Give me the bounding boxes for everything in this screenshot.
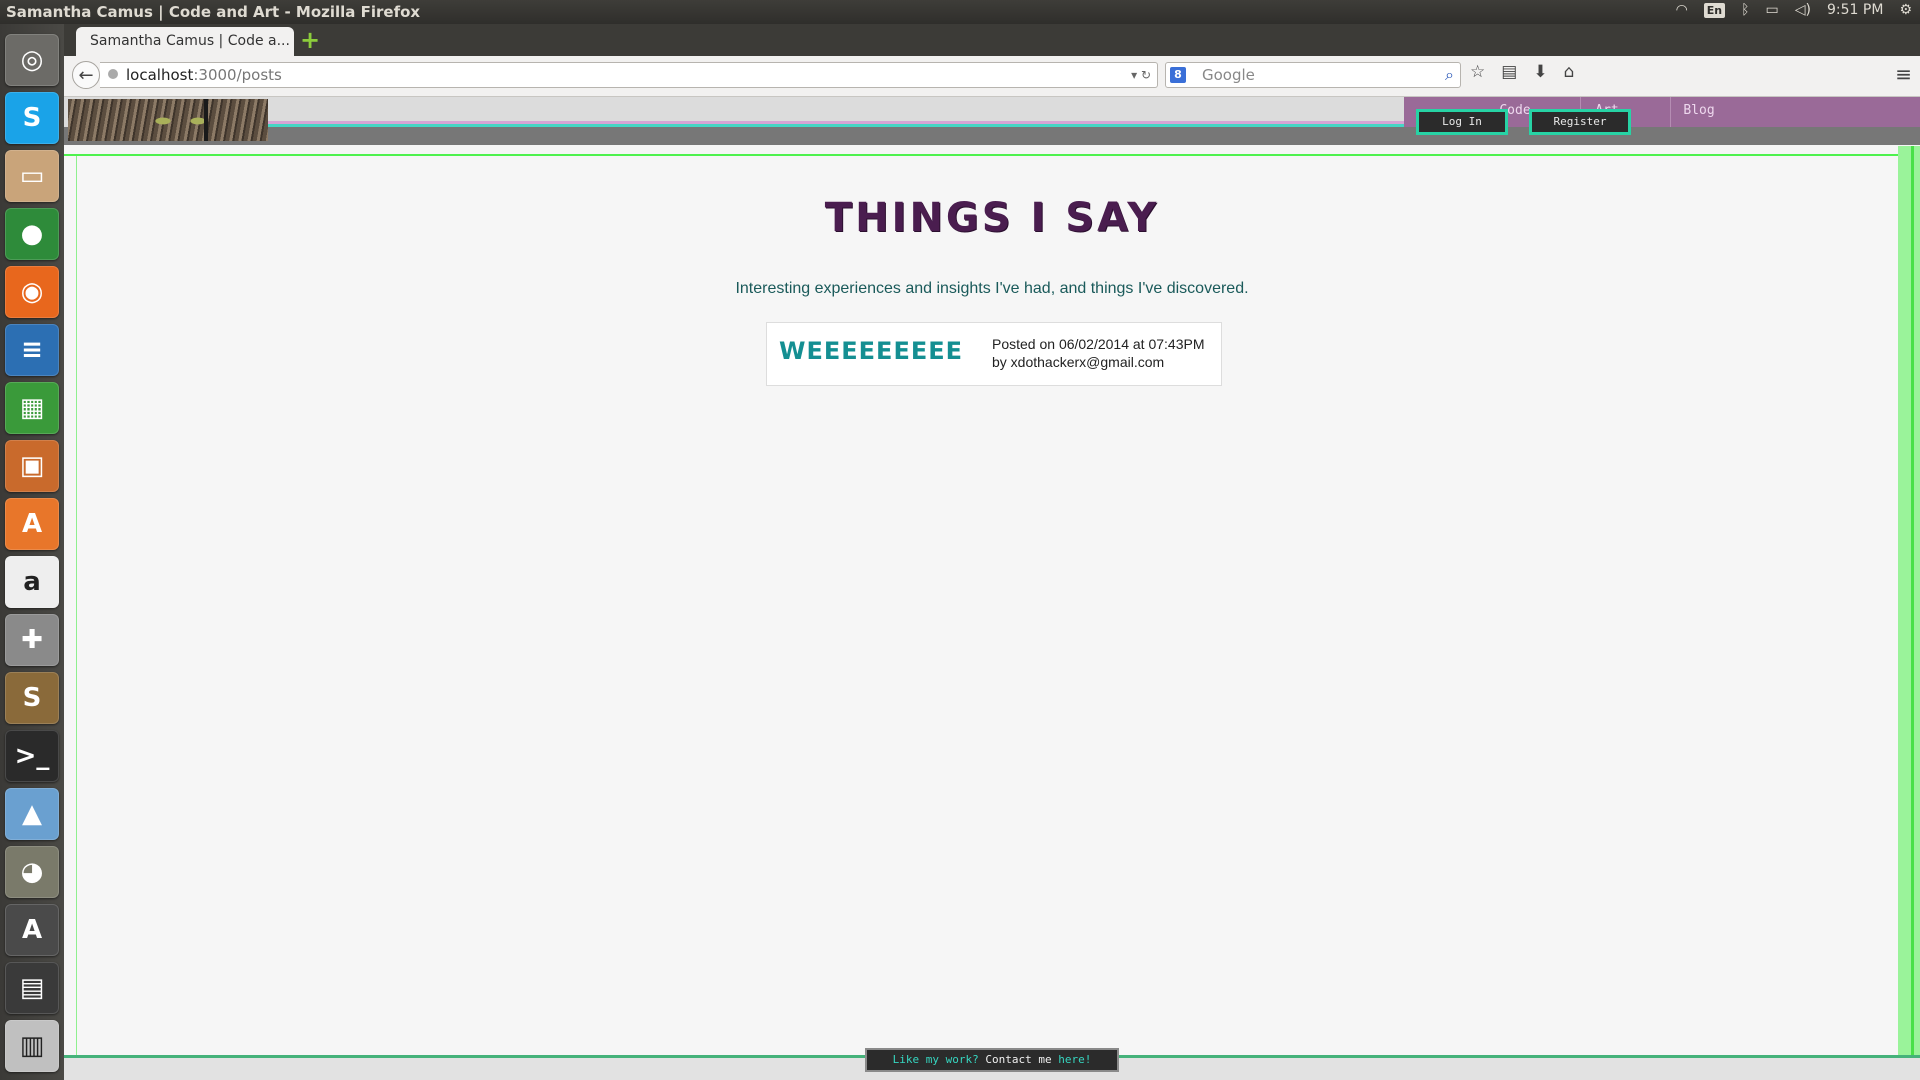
url-path: :3000/posts [193, 66, 282, 84]
search-engine-icon[interactable]: 8 [1170, 67, 1186, 83]
launcher-drawer-icon[interactable]: ▤ [5, 962, 59, 1014]
footer-contact: Like my work? Contact me here! [865, 1048, 1119, 1072]
menu-icon[interactable]: ≡ [1895, 62, 1912, 86]
downloads-icon[interactable]: ⬇ [1533, 62, 1547, 82]
page-title: THINGS I SAY [824, 195, 1160, 241]
tab-strip: Samantha Camus | Code a... + [64, 24, 1920, 56]
site-logo-cat-image[interactable] [68, 99, 268, 141]
header-band [64, 127, 1920, 145]
launcher-skype-icon[interactable]: S [5, 92, 59, 144]
os-top-panel: Samantha Camus | Code and Art - Mozilla … [0, 0, 1920, 24]
launcher-software-center-icon[interactable]: A [5, 498, 59, 550]
footer-contact-link[interactable]: here! [1058, 1053, 1091, 1066]
navigation-toolbar: ← localhost:3000/posts ▾ ↻ 8 Google ⌕ ☆ … [64, 56, 1920, 97]
launcher-software-updater-icon[interactable]: A [5, 904, 59, 956]
back-button[interactable]: ← [72, 61, 100, 89]
launcher-image-viewer-icon[interactable]: ▲ [5, 788, 59, 840]
url-host: localhost [126, 66, 194, 84]
post-card[interactable]: WEEEEEEEEE Posted on 06/02/2014 at 07:43… [766, 322, 1222, 386]
launcher-firefox-icon[interactable]: ◉ [5, 266, 59, 318]
post-title[interactable]: WEEEEEEEEE [779, 337, 963, 365]
volume-icon[interactable]: ◁) [1795, 2, 1811, 18]
launcher-gimp-icon[interactable]: ◕ [5, 846, 59, 898]
register-button[interactable]: Register [1529, 109, 1631, 135]
login-button[interactable]: Log In [1416, 109, 1508, 135]
dropdown-icon[interactable]: ▾ [1131, 68, 1137, 82]
unity-launcher: ◎ S ▭ ● ◉ ≡ ▦ ▣ Aa ✚ S >_ ▲ ◕ A ▤ ▥ [0, 24, 64, 1080]
tab-active[interactable]: Samantha Camus | Code a... [76, 27, 294, 56]
launcher-chrome-icon[interactable]: ● [5, 208, 59, 260]
keyboard-layout-indicator[interactable]: En [1703, 2, 1726, 18]
url-bar[interactable]: localhost:3000/posts ▾ ↻ [100, 62, 1158, 88]
launcher-trash-icon[interactable]: ▥ [5, 1020, 59, 1072]
window-title: Samantha Camus | Code and Art - Mozilla … [6, 3, 421, 21]
site-identity-icon[interactable] [108, 69, 118, 79]
post-author: by xdothackerx@gmail.com [992, 354, 1165, 370]
bookmark-star-icon[interactable]: ☆ [1470, 62, 1485, 82]
back-arrow-icon: ← [78, 64, 94, 86]
launcher-dash-home-icon[interactable]: ◎ [5, 34, 59, 86]
bookmarks-menu-icon[interactable]: ▤ [1501, 62, 1517, 82]
launcher-system-settings-icon[interactable]: ✚ [5, 614, 59, 666]
wifi-icon[interactable]: ◠ [1676, 2, 1688, 18]
new-tab-button[interactable]: + [300, 27, 320, 53]
battery-icon[interactable]: ▭ [1766, 2, 1779, 18]
launcher-calc-icon[interactable]: ▦ [5, 382, 59, 434]
launcher-terminal-icon[interactable]: >_ [5, 730, 59, 782]
launcher-sublime-text-icon[interactable]: S [5, 672, 59, 724]
web-page: Code Art Blog Log In Register THINGS I S… [64, 97, 1920, 1080]
search-icon[interactable]: ⌕ [1445, 63, 1454, 87]
search-placeholder: Google [1202, 66, 1255, 84]
page-subtitle: Interesting experiences and insights I'v… [735, 280, 1249, 297]
search-bar[interactable]: 8 Google ⌕ [1165, 62, 1461, 88]
clock[interactable]: 9:51 PM [1827, 2, 1883, 18]
home-icon[interactable]: ⌂ [1564, 62, 1575, 82]
nav-link-blog[interactable]: Blog [1654, 103, 1744, 123]
post-meta: Posted on 06/02/2014 at 07:43PM by xdoth… [992, 335, 1205, 371]
footer-contact-text: Contact me [985, 1053, 1052, 1066]
reload-icon[interactable]: ↻ [1141, 68, 1151, 82]
bluetooth-icon[interactable]: ᛒ [1741, 2, 1749, 18]
logo-seam [204, 99, 208, 141]
launcher-impress-icon[interactable]: ▣ [5, 440, 59, 492]
post-date: Posted on 06/02/2014 at 07:43PM [992, 336, 1205, 352]
system-tray: ◠ En ᛒ ▭ ◁) 9:51 PM ⚙ [1676, 2, 1912, 18]
launcher-amazon-icon[interactable]: a [5, 556, 59, 608]
launcher-files-icon[interactable]: ▭ [5, 150, 59, 202]
footer-question: Like my work? [892, 1053, 979, 1066]
green-border-top [64, 154, 1920, 156]
launcher-writer-icon[interactable]: ≡ [5, 324, 59, 376]
settings-icon[interactable]: ⚙ [1899, 2, 1912, 18]
